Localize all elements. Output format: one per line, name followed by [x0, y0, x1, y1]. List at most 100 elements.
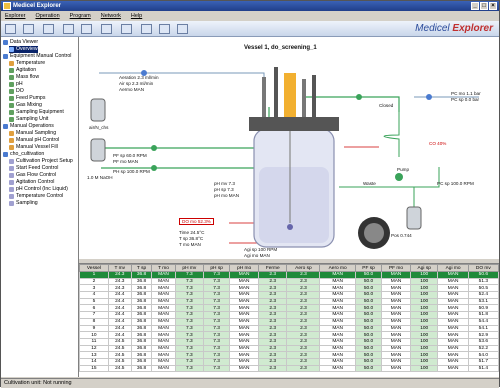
table-cell[interactable]: 2.3	[286, 304, 321, 313]
table-cell[interactable]: 6	[79, 304, 109, 313]
table-row[interactable]: 9 24.4 36.8 MAN 7.3 7.3 MAN 2.3 2.3 MAN 50.0 MAN 100…	[79, 324, 499, 333]
table-cell[interactable]: 12	[79, 344, 109, 353]
header-ph-mv[interactable]: pH mv	[174, 264, 205, 272]
table-cell[interactable]: MAN	[319, 304, 356, 313]
table-cell[interactable]: 50.0	[354, 351, 383, 359]
table-cell[interactable]: MAN	[151, 297, 176, 306]
table-cell[interactable]: 7.3	[203, 364, 231, 373]
header-ph-sp[interactable]: pH sp	[203, 264, 231, 272]
table-cell[interactable]: 7.3	[174, 277, 205, 286]
table-cell[interactable]: 24.4	[107, 304, 132, 313]
table-cell[interactable]: MAN	[381, 351, 411, 359]
table-cell[interactable]: MAN	[381, 297, 411, 306]
table-cell[interactable]: 2.3	[258, 304, 288, 313]
table-cell[interactable]: MAN	[319, 311, 356, 319]
pressure-valve-icon[interactable]	[426, 94, 432, 100]
minimize-button[interactable]: _	[471, 2, 479, 10]
table-cell[interactable]: MAN	[151, 311, 176, 319]
table-cell[interactable]: MAN	[381, 331, 411, 339]
table-cell[interactable]: MAN	[151, 357, 176, 366]
table-cell[interactable]: MAN	[319, 284, 356, 293]
table-cell[interactable]: 24.4	[107, 311, 132, 319]
table-cell[interactable]: MAN	[381, 311, 411, 319]
table-cell[interactable]: 36.8	[130, 284, 153, 293]
acid-pump-icon[interactable]	[151, 145, 157, 151]
tree-item-sampling-equipment[interactable]: Sampling Equipment	[9, 109, 64, 116]
table-cell[interactable]: 50.0	[354, 311, 383, 319]
table-cell[interactable]: MAN	[437, 271, 469, 279]
header-t-mo[interactable]: T mo	[151, 264, 176, 272]
table-cell[interactable]: 50.6	[467, 271, 499, 279]
header-t-sp[interactable]: T sp	[130, 264, 153, 272]
table-cell[interactable]: MAN	[229, 351, 260, 359]
table-cell[interactable]: 2.3	[286, 297, 321, 306]
tree-item-manual-sampling[interactable]: Manual Sampling	[9, 130, 56, 137]
table-cell[interactable]: MAN	[381, 344, 411, 353]
table-cell[interactable]: MAN	[437, 284, 469, 293]
table-cell[interactable]: 7.3	[174, 297, 205, 306]
table-cell[interactable]: 52.2	[467, 344, 499, 353]
table-cell[interactable]: MAN	[381, 317, 411, 326]
table-row[interactable]: 12 24.5 36.8 MAN 7.3 7.3 MAN 2.3 2.3 MAN 50.0 MAN 10…	[79, 344, 499, 353]
table-cell[interactable]: MAN	[229, 344, 260, 353]
tree-item-cultivation-project-setup[interactable]: Cultivation Project Setup	[9, 158, 73, 165]
table-cell[interactable]: 52.4	[467, 291, 499, 299]
table-cell[interactable]: 7.3	[174, 317, 205, 326]
table-cell[interactable]: MAN	[151, 304, 176, 313]
table-cell[interactable]: 2.3	[258, 311, 288, 319]
table-cell[interactable]: 7.3	[174, 357, 205, 366]
tree-item-gas-mixing[interactable]: Gas Mixing	[9, 102, 42, 109]
table-cell[interactable]: MAN	[437, 304, 469, 313]
table-cell[interactable]: MAN	[151, 364, 176, 373]
table-cell[interactable]: 7.3	[203, 344, 231, 353]
table-cell[interactable]: MAN	[319, 297, 356, 306]
table-cell[interactable]: 2.3	[258, 351, 288, 359]
table-row[interactable]: 1 24.3 36.8 MAN 7.3 7.3 MAN 2.3 2.3 MAN 50.0 MAN 100…	[79, 271, 499, 279]
menu-explorer[interactable]: Explorer	[5, 11, 25, 21]
table-cell[interactable]: MAN	[437, 291, 469, 299]
table-cell[interactable]: MAN	[319, 364, 356, 373]
table-cell[interactable]: 100	[409, 297, 439, 306]
table-cell[interactable]: 2.3	[258, 357, 288, 366]
table-cell[interactable]: MAN	[319, 317, 356, 326]
table-cell[interactable]: MAN	[381, 324, 411, 333]
list-icon[interactable]	[121, 24, 132, 34]
table-row[interactable]: 13 24.5 36.8 MAN 7.3 7.3 MAN 2.3 2.3 MAN 50.0 MAN 10…	[79, 351, 499, 359]
tree-item-overview[interactable]: Overview	[9, 46, 38, 53]
table-cell[interactable]: MAN	[319, 357, 356, 366]
table-cell[interactable]: 54.0	[467, 351, 499, 359]
header-pf-mo[interactable]: PF mo	[381, 264, 411, 272]
tree-item-agitation[interactable]: Agitation	[9, 67, 36, 74]
table-cell[interactable]: 50.0	[354, 271, 383, 279]
table-cell[interactable]: 7.3	[203, 324, 231, 333]
table-row[interactable]: 10 24.4 36.8 MAN 7.3 7.3 MAN 2.3 2.3 MAN 50.0 MAN 10…	[79, 331, 499, 339]
table-row[interactable]: 14 24.5 36.8 MAN 7.3 7.3 MAN 2.3 2.3 MAN 50.0 MAN 10…	[79, 357, 499, 366]
table-cell[interactable]: 2.3	[258, 291, 288, 299]
table-cell[interactable]: 7.3	[174, 284, 205, 293]
table-cell[interactable]: 50.0	[354, 304, 383, 313]
table-cell[interactable]: 36.8	[130, 304, 153, 313]
table-cell[interactable]: 2.3	[286, 271, 321, 279]
table-cell[interactable]: 24.5	[107, 351, 132, 359]
table-row[interactable]: 8 24.4 36.8 MAN 7.3 7.3 MAN 2.3 2.3 MAN 50.0 MAN 100…	[79, 317, 499, 326]
table-cell[interactable]: 2.3	[286, 291, 321, 299]
table-cell[interactable]: 7.3	[174, 344, 205, 353]
table-cell[interactable]: 36.8	[130, 291, 153, 299]
table-cell[interactable]: MAN	[229, 324, 260, 333]
table-cell[interactable]: 100	[409, 277, 439, 286]
table-cell[interactable]: MAN	[319, 351, 356, 359]
table-cell[interactable]: 2.3	[258, 284, 288, 293]
tree-item-agitation-control[interactable]: Agitation Control	[9, 179, 54, 186]
table-cell[interactable]: 7.3	[174, 291, 205, 299]
header-pf-sp[interactable]: PF sp	[354, 264, 383, 272]
table-cell[interactable]: 50.0	[354, 364, 383, 373]
table-cell[interactable]: MAN	[229, 304, 260, 313]
table-cell[interactable]: MAN	[381, 304, 411, 313]
table-cell[interactable]: 52.9	[467, 331, 499, 339]
table-cell[interactable]: 7.3	[203, 357, 231, 366]
header-vessel[interactable]: Vessel	[79, 264, 109, 272]
table-cell[interactable]: MAN	[437, 311, 469, 319]
header-ferme[interactable]: Ferme	[258, 264, 288, 272]
table-cell[interactable]: 50.0	[354, 344, 383, 353]
table-cell[interactable]: 24.3	[107, 284, 132, 293]
